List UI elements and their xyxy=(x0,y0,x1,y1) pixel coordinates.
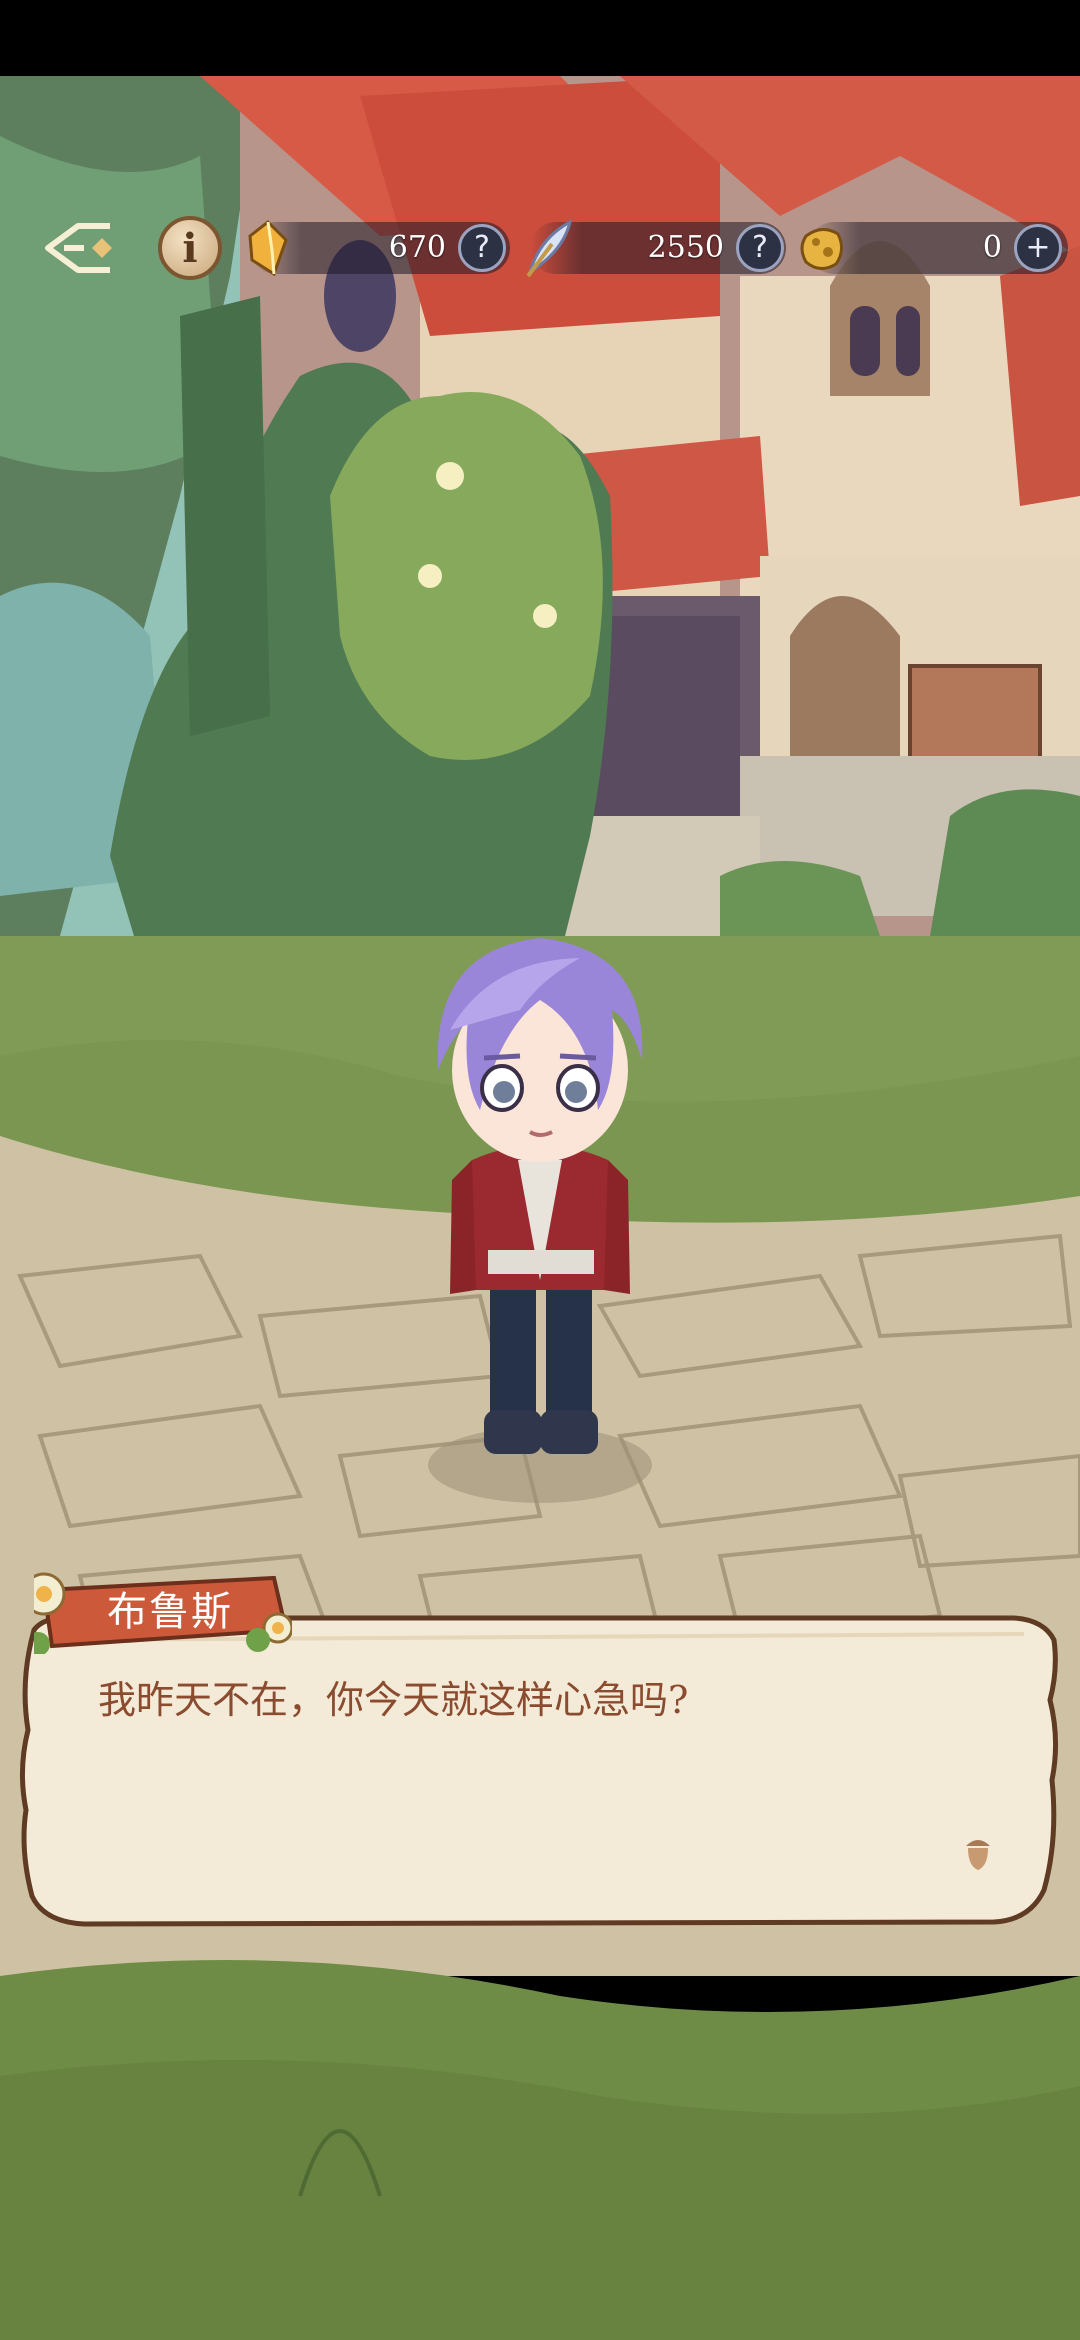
dialog-panel xyxy=(19,1615,1059,1927)
ore-count: 0 xyxy=(982,230,1002,265)
gem-help-button[interactable]: ? xyxy=(458,224,506,272)
feather-help-button[interactable]: ? xyxy=(736,224,784,272)
top-bar: i 670 ? 2550 ? 0 + xyxy=(0,210,1080,290)
ore-add-button[interactable]: + xyxy=(1014,224,1062,272)
back-button[interactable] xyxy=(38,212,118,284)
info-icon: i xyxy=(182,224,198,272)
game-screen: i 670 ? 2550 ? 0 + 布鲁斯 我昨天不在，你今天就这样心急吗? xyxy=(0,0,1080,2340)
speaker-name: 布鲁斯 xyxy=(107,1589,233,1635)
gem-icon xyxy=(238,210,298,286)
feather-icon xyxy=(518,210,578,286)
character-sprite[interactable] xyxy=(380,910,700,1530)
gem-count: 670 xyxy=(388,230,446,265)
dialog-box[interactable] xyxy=(14,1610,1068,1930)
back-arrow-icon xyxy=(45,223,112,273)
status-bar xyxy=(0,0,1080,76)
acorn-icon[interactable] xyxy=(960,1832,996,1872)
dialog-text: 我昨天不在，你今天就这样心急吗? xyxy=(98,1678,689,1722)
feather-count: 2550 xyxy=(647,230,724,265)
gold-ore-icon xyxy=(792,210,852,286)
info-button[interactable]: i xyxy=(158,216,222,280)
